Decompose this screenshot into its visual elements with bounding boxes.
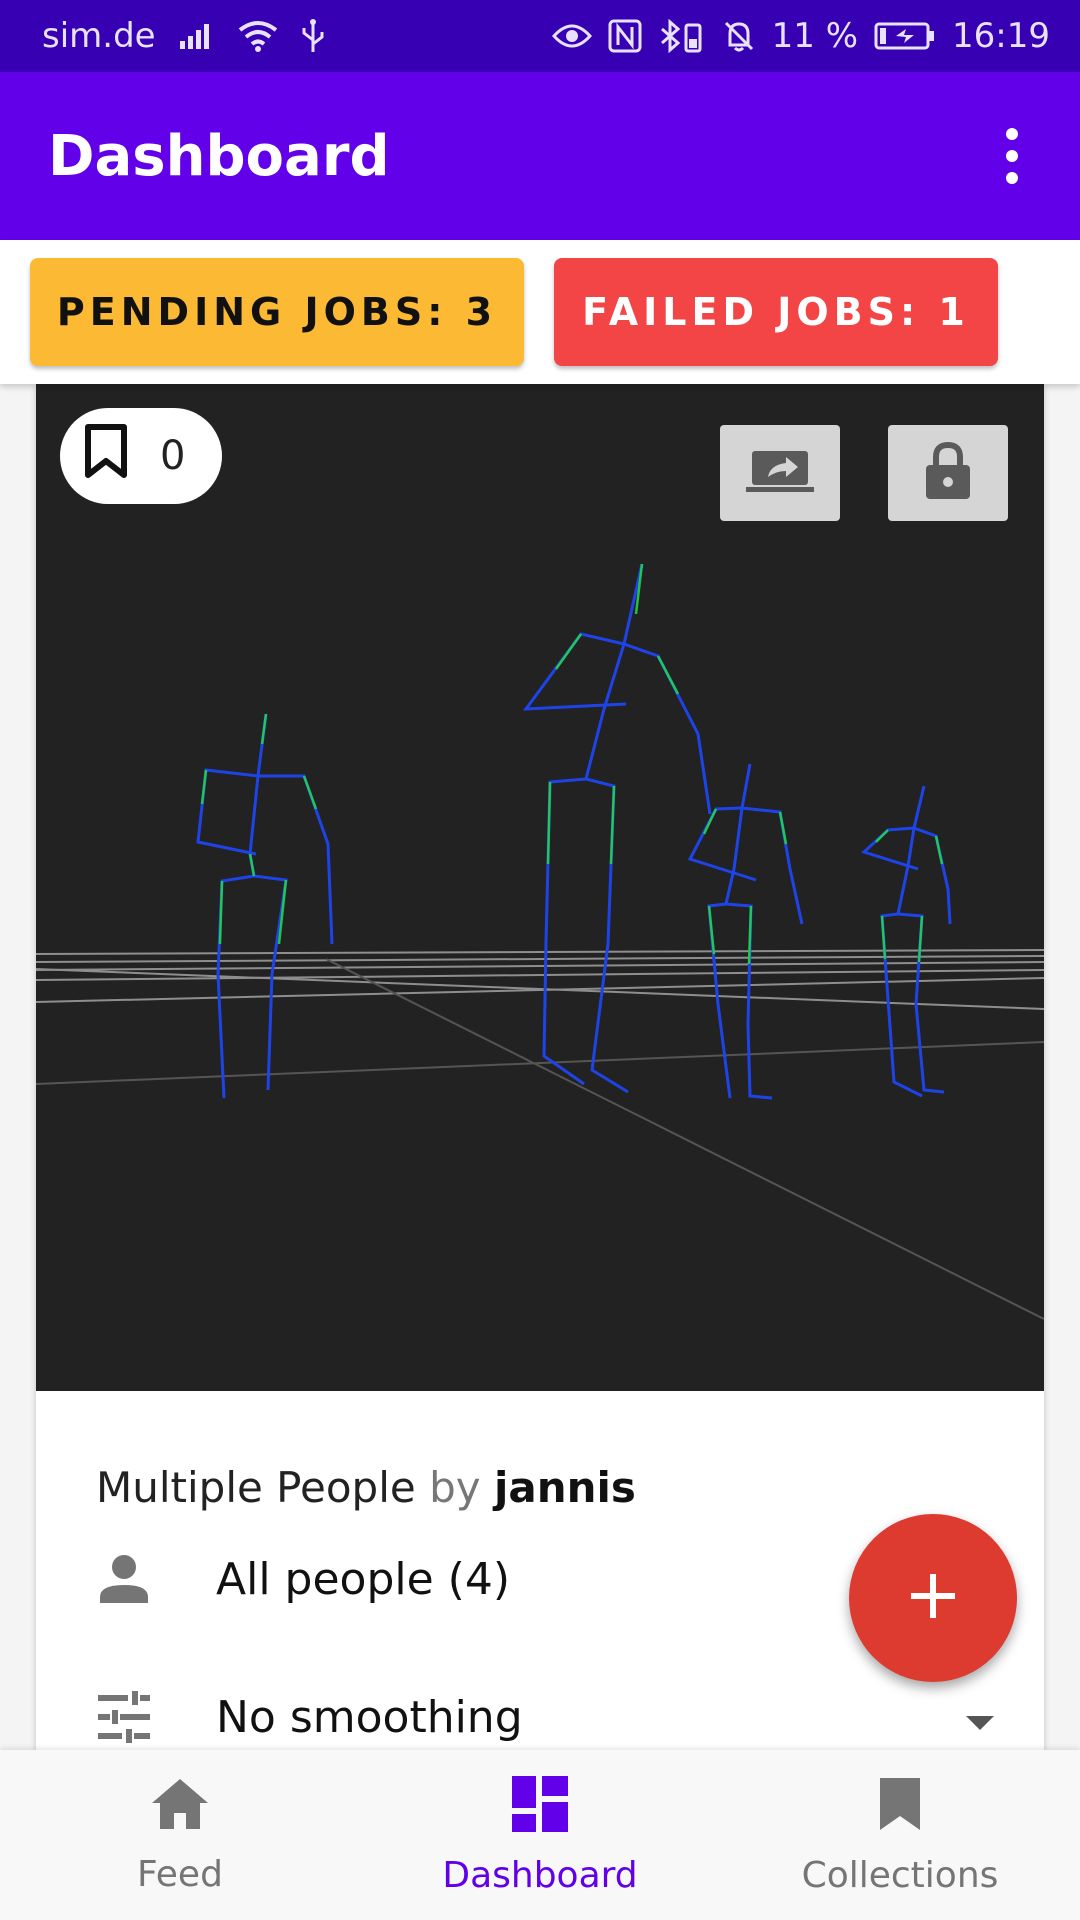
dropdown-arrow-icon	[964, 1692, 996, 1743]
by-label: by	[429, 1463, 481, 1512]
nav-dashboard[interactable]: Dashboard	[360, 1750, 720, 1920]
battery-percentage: 11 %	[771, 16, 859, 56]
signal-icon	[178, 21, 216, 51]
bluetooth-battery-icon	[658, 19, 706, 53]
bookmark-counter[interactable]: 0	[60, 408, 222, 504]
more-vert-icon[interactable]	[992, 116, 1032, 196]
jobs-bar: PENDING JOBS: 3 FAILED JOBS: 1	[0, 240, 1080, 384]
pending-jobs-button[interactable]: PENDING JOBS: 3	[30, 258, 524, 366]
carrier-label: sim.de	[42, 16, 156, 56]
share-screen-button[interactable]	[720, 425, 840, 521]
add-fab-button[interactable]	[849, 1514, 1017, 1682]
bookmark-outline-icon	[84, 423, 128, 489]
motion-title-row: Multiple People by jannis	[96, 1463, 636, 1512]
plus-icon	[909, 1572, 957, 1624]
nav-dashboard-label: Dashboard	[442, 1855, 638, 1896]
people-selector[interactable]: All people (4)	[96, 1551, 510, 1607]
failed-jobs-button[interactable]: FAILED JOBS: 1	[554, 258, 998, 366]
smoothing-label: No smoothing	[216, 1691, 523, 1743]
home-icon	[148, 1775, 212, 1842]
nav-feed[interactable]: Feed	[0, 1750, 360, 1920]
tune-icon	[96, 1689, 192, 1745]
share-screen-icon	[744, 447, 816, 499]
nfc-icon	[608, 19, 642, 53]
page-title: Dashboard	[48, 123, 390, 189]
wifi-icon	[238, 20, 278, 52]
author-name[interactable]: jannis	[494, 1463, 636, 1512]
status-bar: sim.de 11 % 16:19	[0, 0, 1080, 72]
eye-icon	[551, 22, 592, 50]
skeleton-scene	[36, 563, 1044, 1320]
usb-icon	[300, 18, 326, 54]
battery-charging-icon	[874, 21, 936, 51]
people-label: All people (4)	[216, 1553, 510, 1605]
smoothing-dropdown[interactable]: No smoothing	[96, 1689, 996, 1745]
nav-collections[interactable]: Collections	[720, 1750, 1080, 1920]
lock-icon	[922, 439, 974, 507]
app-bar: Dashboard	[0, 72, 1080, 240]
person-icon	[96, 1551, 192, 1607]
bell-off-icon	[722, 19, 756, 53]
dashboard-icon	[510, 1774, 570, 1843]
nav-feed-label: Feed	[137, 1854, 223, 1895]
nav-collections-label: Collections	[801, 1855, 999, 1896]
3d-skeleton-viewer[interactable]: 0	[36, 384, 1044, 1391]
bottom-navigation: Feed Dashboard Collections	[0, 1750, 1080, 1920]
bookmark-count: 0	[160, 433, 186, 479]
motion-title: Multiple People	[96, 1463, 416, 1512]
lock-button[interactable]	[888, 425, 1008, 521]
clock: 16:19	[952, 16, 1050, 56]
bookmark-icon	[876, 1774, 924, 1843]
